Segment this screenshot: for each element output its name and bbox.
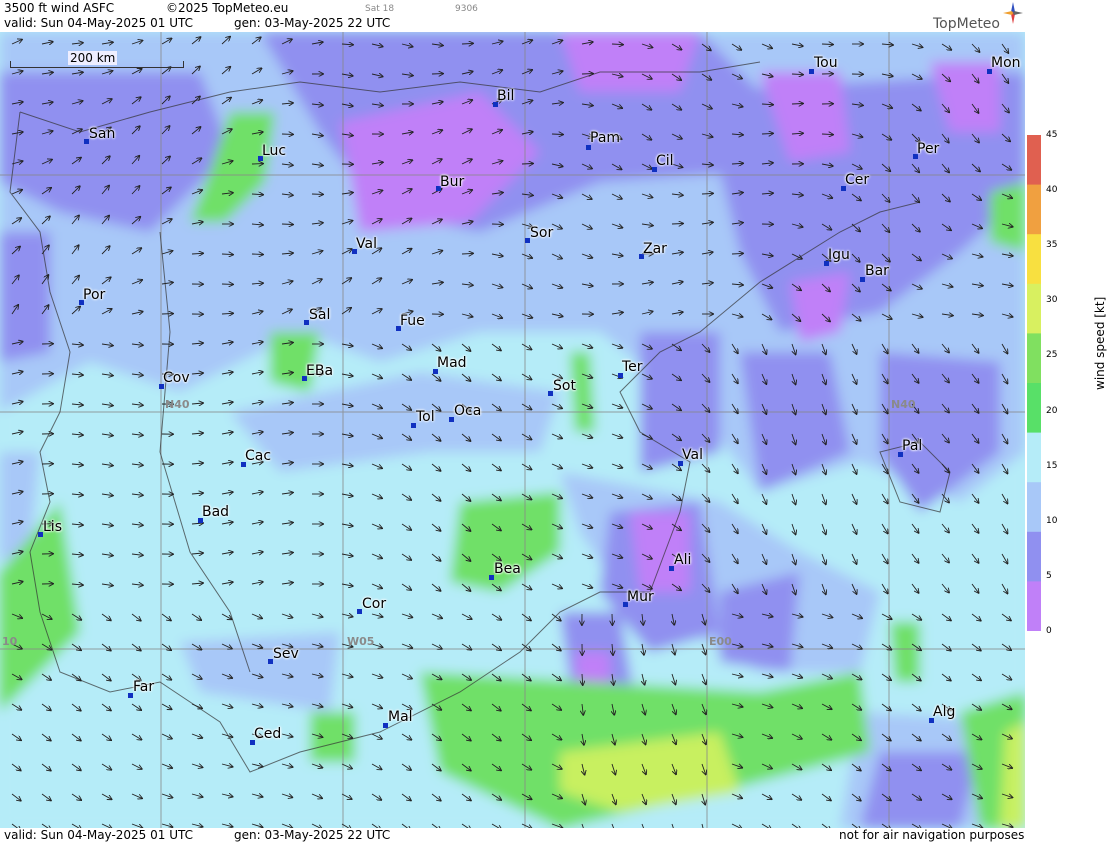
legend-tick-label: 30 (1046, 295, 1058, 306)
legend-swatch (1027, 432, 1041, 483)
legend-swatch (1027, 531, 1041, 582)
wind-arrow (821, 44, 833, 45)
wind-arrow (551, 134, 563, 135)
legend-tick-label: 5 (1046, 570, 1052, 581)
disclaimer: not for air navigation purposes (839, 828, 1025, 842)
legend-swatch (1027, 234, 1041, 285)
city-label: Val (682, 447, 703, 463)
legend-swatch (1027, 383, 1041, 434)
wind-arrow (731, 253, 743, 254)
city-label: Ced (254, 726, 282, 742)
legend-tick-label: 45 (1046, 130, 1058, 140)
topmeteo-logo[interactable]: TopMeteo (933, 2, 1023, 32)
wind-speed-shading (0, 32, 1025, 828)
city-label: Mal (388, 709, 413, 725)
legend-tick-label: 40 (1046, 185, 1058, 196)
city-label: Tou (814, 55, 838, 71)
city-label: Bar (865, 263, 889, 279)
city-label: Val (356, 236, 377, 252)
wind-arrow (671, 224, 683, 225)
wind-arrow (251, 254, 263, 255)
footer-gen-time: gen: 03-May-2025 22 UTC (234, 828, 391, 842)
product-title: 3500 ft wind ASFC (4, 1, 115, 15)
sat-label: Sat 18 (365, 4, 395, 14)
city-label: Bea (494, 561, 521, 577)
legend-swatch (1027, 283, 1041, 334)
city-label: Sor (530, 225, 554, 241)
legend-tick-label: 25 (1046, 350, 1058, 361)
grid-label-w10: 10 (2, 635, 18, 648)
city-label: Sot (553, 378, 576, 394)
wind-arrow (761, 133, 773, 134)
wind-field (0, 32, 1025, 828)
wind-arrow (221, 254, 233, 255)
city-label: Ali (674, 552, 692, 568)
legend-swatch (1027, 184, 1041, 235)
city-label: Cov (163, 370, 190, 386)
legend-swatch (1027, 135, 1041, 186)
code-label: 9306 (455, 4, 478, 14)
wind-arrow (791, 104, 803, 105)
wind-arrow (461, 43, 473, 44)
city-label: Igu (828, 247, 850, 263)
footer-valid-time: valid: Sun 04-May-2025 01 UTC (4, 828, 193, 842)
city-label: Sev (273, 646, 299, 662)
city-label: Mad (437, 355, 467, 371)
city-label: Ter (622, 359, 643, 375)
city-label: Bad (202, 504, 230, 520)
city-label: Sal (309, 307, 331, 323)
city-label: Far (133, 679, 155, 695)
scale-label: 200 km (68, 51, 118, 65)
legend-swatch (1027, 333, 1041, 384)
city-label: Cer (845, 172, 870, 188)
compass-icon (1003, 2, 1023, 24)
wind-arrow (461, 253, 473, 254)
city-label: Cac (245, 448, 272, 464)
copyright: ©2025 TopMeteo.eu (166, 1, 289, 15)
scale-bar: 200 km (10, 51, 184, 68)
city-label: Mur (627, 589, 654, 605)
city-label: Bil (497, 88, 515, 104)
city-label: Pam (590, 130, 621, 146)
logo-text: TopMeteo (933, 16, 1000, 32)
grid-label-w05: W05 (347, 635, 375, 648)
wind-arrow (521, 164, 533, 165)
city-label: Cil (656, 153, 674, 169)
wind-arrow (281, 224, 293, 225)
city-label: Bur (440, 174, 465, 190)
legend-title: wind speed [kt] (1093, 296, 1107, 390)
city-label: Tol (416, 409, 435, 425)
valid-time: valid: Sun 04-May-2025 01 UTC (4, 16, 193, 30)
legend-tick-label: 15 (1046, 460, 1058, 471)
wind-arrow (701, 193, 713, 194)
wind-speed-legend (1027, 135, 1041, 631)
legend-tick-label: 10 (1046, 515, 1058, 526)
city-label: EBa (306, 363, 334, 379)
city-label: Fue (400, 313, 425, 329)
city-label: Por (83, 287, 106, 303)
wind-arrow (791, 74, 803, 75)
grid-label-e00: E00 (709, 635, 732, 648)
city-label: Pal (902, 438, 923, 454)
grid-label-n40-west: N40 (165, 398, 190, 411)
city-label: Zar (643, 241, 667, 257)
legend-tick-label: 35 (1046, 240, 1058, 251)
city-label: Mon (991, 55, 1021, 71)
city-label: Alg (933, 704, 956, 720)
city-label: San (89, 126, 116, 142)
legend-swatch (1027, 581, 1041, 631)
gen-time: gen: 03-May-2025 22 UTC (234, 16, 391, 30)
city-label: Cor (362, 596, 387, 612)
legend-tick-label: 20 (1046, 405, 1058, 416)
city-label: Luc (262, 143, 287, 159)
city-label: Oca (454, 403, 482, 419)
city-label: Lis (43, 519, 62, 535)
wind-map[interactable]: 200 km N40 N40 W05 E00 10 San Luc Bil Pa… (0, 32, 1025, 828)
legend-tick-label: 0 (1046, 626, 1052, 636)
legend-swatch (1027, 482, 1041, 533)
grid-label-n40-east: N40 (891, 398, 916, 411)
city-label: Per (917, 141, 940, 157)
wind-arrow (611, 44, 623, 45)
wind-arrow (821, 134, 833, 135)
